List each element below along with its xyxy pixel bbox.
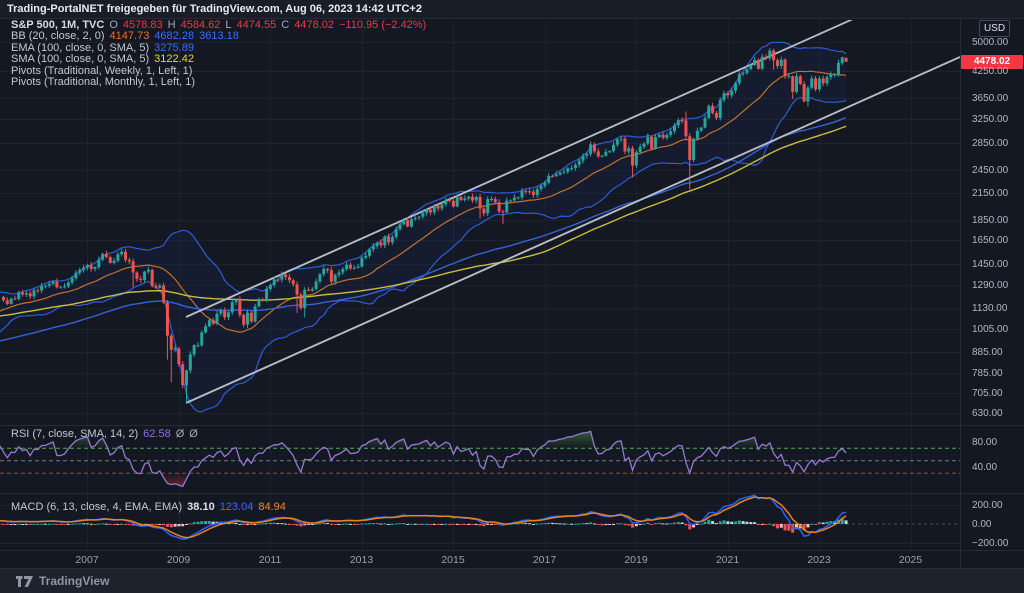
legend-part: Ø <box>189 428 198 440</box>
legend-part: 84.94 <box>258 501 286 513</box>
price-axis-label: 1850.00 <box>972 215 1008 226</box>
year-axis-label: 2025 <box>894 554 928 566</box>
legend-part: 4478.02 <box>294 19 334 31</box>
legend-part: 4682.28 <box>154 30 194 42</box>
year-axis-label: 2017 <box>528 554 562 566</box>
legend-part: C <box>281 19 289 31</box>
rsi-axis-label: 40.00 <box>972 462 997 473</box>
header-bar: Trading-PortalNET freigegeben für Tradin… <box>0 0 1024 19</box>
footer-bar: TradingView <box>0 568 1024 593</box>
tradingview-wordmark[interactable]: TradingView <box>39 574 109 588</box>
macd-axis-label: 0.00 <box>972 519 991 530</box>
legend-part: BB (20, close, 2, 0) <box>11 30 105 42</box>
year-axis-label: 2015 <box>436 554 470 566</box>
legend-part: O <box>109 19 118 31</box>
legend-part: 38.10 <box>187 501 215 513</box>
price-axis-label: 2850.00 <box>972 138 1008 149</box>
legend-part: 3122.42 <box>154 53 194 65</box>
year-axis-label: 2011 <box>253 554 287 566</box>
year-axis-label: 2007 <box>70 554 104 566</box>
legend-part: 123.04 <box>220 501 254 513</box>
legend-part: L <box>225 19 231 31</box>
header-title: Trading-PortalNET freigegeben für Tradin… <box>7 3 422 15</box>
rsi-axis-label: 80.00 <box>972 437 997 448</box>
price-axis-label: 4250.00 <box>972 66 1008 77</box>
legend-part: −110.95 (−2.42%) <box>339 19 426 31</box>
price-axis-label: 1650.00 <box>972 235 1008 246</box>
legend-part: 4474.55 <box>237 19 277 31</box>
price-axis-label: 3250.00 <box>972 114 1008 125</box>
legend-row[interactable]: SMA (100, close, 0, SMA, 5) 3122.42 <box>11 54 431 65</box>
price-axis-label: 705.00 <box>972 388 1003 399</box>
legend-part: 62.58 <box>143 428 171 440</box>
price-axis-label: 5000.00 <box>972 37 1008 48</box>
legend-part: Pivots (Traditional, Monthly, 1, Left, 1… <box>11 76 195 88</box>
price-axis-label: 1290.00 <box>972 280 1008 291</box>
price-axis-label: 2150.00 <box>972 188 1008 199</box>
legend-row[interactable]: Pivots (Traditional, Monthly, 1, Left, 1… <box>11 77 431 88</box>
year-axis-label: 2013 <box>345 554 379 566</box>
legend-part: Ø <box>176 428 185 440</box>
legend-row[interactable]: RSI (7, close, SMA, 14, 2) 62.58 ØØ <box>11 429 203 440</box>
legend-part: 4578.83 <box>123 19 163 31</box>
macd-axis-label: 200.00 <box>972 500 1003 511</box>
legend-part: Pivots (Traditional, Weekly, 1, Left, 1) <box>11 65 192 77</box>
legend-part: S&P 500, 1M, TVC <box>11 19 104 31</box>
legend-part: H <box>168 19 176 31</box>
legend-part: SMA (100, close, 0, SMA, 5) <box>11 53 149 65</box>
price-axis-label: 1130.00 <box>972 303 1007 314</box>
price-axis-label: 1450.00 <box>972 259 1008 270</box>
legend-part: MACD (6, 13, close, 4, EMA, EMA) <box>11 501 182 513</box>
price-axis-label: 3650.00 <box>972 93 1008 104</box>
tradingview-logo-icon[interactable] <box>16 575 33 588</box>
price-axis-label: 885.00 <box>972 347 1003 358</box>
legend-part: 4584.62 <box>181 19 221 31</box>
year-axis-label: 2009 <box>162 554 196 566</box>
price-axis-label: 1005.00 <box>972 324 1008 335</box>
legend-part: 4147.73 <box>110 30 150 42</box>
rsi-legend: RSI (7, close, SMA, 14, 2) 62.58 ØØ <box>11 429 203 440</box>
legend-part: 3613.18 <box>199 30 239 42</box>
year-axis-label: 2019 <box>619 554 653 566</box>
price-axis-label: 785.00 <box>972 368 1003 379</box>
year-axis-label: 2021 <box>711 554 745 566</box>
legend-part: 3275.89 <box>154 42 194 54</box>
year-axis-label: 2023 <box>802 554 836 566</box>
indicator-legend: S&P 500, 1M, TVC O 4578.83 H 4584.62 L 4474.55… <box>11 20 431 88</box>
price-axis-label: 2450.00 <box>972 165 1008 176</box>
macd-axis-label: −200.00 <box>972 538 1008 549</box>
legend-row[interactable]: MACD (6, 13, close, 4, EMA, EMA) 38.10 123… <box>11 502 291 513</box>
price-axis-label: 630.00 <box>972 408 1003 419</box>
macd-legend: MACD (6, 13, close, 4, EMA, EMA) 38.10 123… <box>11 502 291 513</box>
legend-part: RSI (7, close, SMA, 14, 2) <box>11 428 138 440</box>
tradingview-chart-window: Trading-PortalNET freigegeben für Tradin… <box>0 0 1024 593</box>
legend-part: EMA (100, close, 0, SMA, 5) <box>11 42 149 54</box>
